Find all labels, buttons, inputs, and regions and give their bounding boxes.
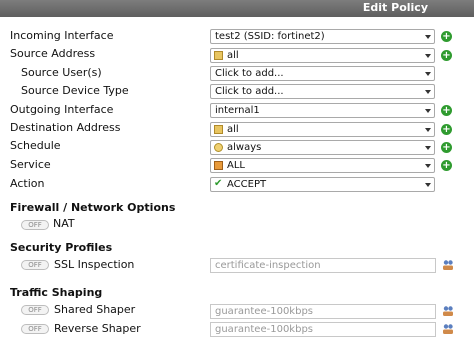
ssl-inspection-label: SSL Inspection bbox=[54, 258, 135, 271]
shared-shaper-label: Shared Shaper bbox=[54, 303, 136, 316]
add-service-plus-icon[interactable]: + bbox=[441, 160, 452, 171]
schedule-value: always bbox=[227, 142, 262, 153]
destination-address-select[interactable]: all bbox=[210, 122, 435, 137]
security-profiles-heading: Security Profiles bbox=[10, 241, 113, 254]
source-users-placeholder: Click to add... bbox=[215, 68, 284, 79]
service-value: ALL bbox=[227, 160, 245, 171]
action-value: ACCEPT bbox=[227, 179, 267, 190]
dropdown-arrow-icon bbox=[425, 164, 431, 168]
nat-toggle[interactable]: OFF bbox=[21, 220, 49, 230]
schedule-label: Schedule bbox=[10, 139, 61, 152]
address-icon bbox=[214, 125, 223, 134]
service-icon bbox=[214, 161, 223, 170]
shared-shaper-field[interactable]: guarantee-100kbps bbox=[210, 304, 436, 319]
firewall-options-heading: Firewall / Network Options bbox=[10, 201, 176, 214]
action-select[interactable]: ✔ ACCEPT bbox=[210, 177, 435, 192]
source-users-label: Source User(s) bbox=[21, 66, 102, 79]
nat-label: NAT bbox=[53, 217, 75, 230]
reverse-shaper-toggle[interactable]: OFF bbox=[21, 324, 49, 334]
source-device-type-label: Source Device Type bbox=[21, 84, 129, 97]
add-outgoing-interface-plus-icon[interactable]: + bbox=[441, 105, 452, 116]
ssl-inspection-field[interactable]: certificate-inspection bbox=[210, 258, 436, 273]
dropdown-arrow-icon bbox=[425, 90, 431, 94]
source-address-select[interactable]: all bbox=[210, 48, 435, 63]
title-bar: Edit Policy bbox=[0, 0, 474, 17]
add-destination-address-plus-icon[interactable]: + bbox=[441, 124, 452, 135]
traffic-shaping-heading: Traffic Shaping bbox=[10, 286, 103, 299]
address-icon bbox=[214, 51, 223, 60]
action-label: Action bbox=[10, 177, 45, 190]
shared-shaper-toggle[interactable]: OFF bbox=[21, 305, 49, 315]
schedule-select[interactable]: always bbox=[210, 140, 435, 155]
source-device-type-select[interactable]: Click to add... bbox=[210, 84, 435, 99]
add-source-address-plus-icon[interactable]: + bbox=[441, 50, 452, 61]
reverse-shaper-label: Reverse Shaper bbox=[54, 322, 141, 335]
destination-address-label: Destination Address bbox=[10, 121, 121, 134]
reverse-shaper-field[interactable]: guarantee-100kbps bbox=[210, 322, 436, 337]
dropdown-arrow-icon bbox=[425, 183, 431, 187]
incoming-interface-label: Incoming Interface bbox=[10, 29, 114, 42]
object-picker-icon[interactable] bbox=[442, 305, 454, 317]
service-label: Service bbox=[10, 158, 51, 171]
ssl-inspection-toggle[interactable]: OFF bbox=[21, 260, 49, 270]
outgoing-interface-select[interactable]: internal1 bbox=[210, 103, 435, 118]
dropdown-arrow-icon bbox=[425, 72, 431, 76]
object-picker-icon[interactable] bbox=[442, 323, 454, 335]
service-select[interactable]: ALL bbox=[210, 158, 435, 173]
outgoing-interface-value: internal1 bbox=[215, 105, 260, 116]
incoming-interface-select[interactable]: test2 (SSID: fortinet2) bbox=[210, 29, 435, 44]
dropdown-arrow-icon bbox=[425, 54, 431, 58]
dropdown-arrow-icon bbox=[425, 109, 431, 113]
source-device-type-placeholder: Click to add... bbox=[215, 86, 284, 97]
check-icon: ✔ bbox=[214, 178, 223, 189]
destination-address-value: all bbox=[227, 124, 239, 135]
page-title: Edit Policy bbox=[362, 1, 428, 14]
schedule-icon bbox=[214, 143, 223, 152]
outgoing-interface-label: Outgoing Interface bbox=[10, 103, 114, 116]
incoming-interface-value: test2 (SSID: fortinet2) bbox=[215, 31, 325, 42]
dropdown-arrow-icon bbox=[425, 146, 431, 150]
add-schedule-plus-icon[interactable]: + bbox=[441, 142, 452, 153]
object-picker-icon[interactable] bbox=[442, 259, 454, 271]
add-incoming-interface-plus-icon[interactable]: + bbox=[441, 31, 452, 42]
source-users-select[interactable]: Click to add... bbox=[210, 66, 435, 81]
dropdown-arrow-icon bbox=[425, 35, 431, 39]
source-address-value: all bbox=[227, 50, 239, 61]
dropdown-arrow-icon bbox=[425, 128, 431, 132]
source-address-label: Source Address bbox=[10, 47, 96, 60]
